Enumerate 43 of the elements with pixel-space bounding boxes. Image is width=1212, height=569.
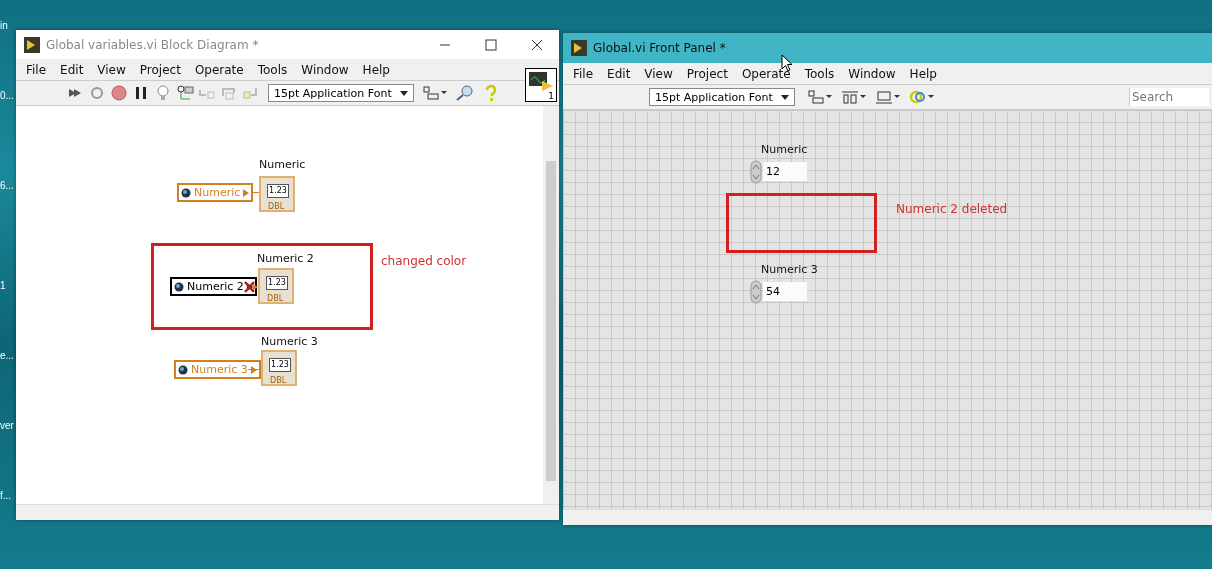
menu-item[interactable]: Tools bbox=[250, 62, 295, 77]
menu-item[interactable]: Operate bbox=[187, 62, 251, 77]
menu-item[interactable]: View bbox=[637, 66, 680, 81]
control-label: Numeric 3 bbox=[761, 263, 818, 276]
desktop-icon-label[interactable]: 0... bbox=[0, 90, 14, 101]
annotation-text: Numeric 2 deleted bbox=[896, 202, 1008, 216]
font-dropdown[interactable]: 15pt Application Font bbox=[649, 88, 795, 106]
desktop-icon-label[interactable]: in bbox=[0, 20, 8, 31]
desktop-icon-label[interactable]: e... bbox=[0, 350, 14, 361]
numeric-indicator-terminal[interactable]: 1.23 DBL bbox=[261, 350, 297, 386]
menu-item[interactable]: Help bbox=[902, 66, 944, 81]
font-dropdown[interactable]: 15pt Application Font bbox=[268, 84, 414, 102]
connector-number: 1 bbox=[548, 91, 554, 101]
desktop-icon-label[interactable]: 6... bbox=[0, 180, 14, 191]
desktop-icon-label[interactable]: ver bbox=[0, 420, 14, 431]
numeric-control[interactable]: 54 bbox=[763, 282, 807, 301]
menu-item[interactable]: Project bbox=[679, 66, 735, 81]
numeric-control[interactable]: 12 bbox=[763, 162, 807, 181]
global-variable-node[interactable]: Numeric 2 bbox=[170, 277, 257, 296]
menu-item[interactable]: Help bbox=[355, 62, 397, 77]
indicator-label: Numeric 2 bbox=[257, 252, 314, 265]
menu-item[interactable]: Edit bbox=[600, 66, 638, 81]
menu-item[interactable]: Operate bbox=[734, 66, 798, 81]
connector-pane[interactable]: 1 bbox=[525, 68, 557, 102]
numeric-indicator-terminal[interactable]: 1.23 DBL bbox=[259, 176, 295, 212]
menu-item[interactable]: Window bbox=[294, 62, 356, 77]
menu-item[interactable]: View bbox=[90, 62, 133, 77]
numeric-indicator-terminal[interactable]: 1.23 DBL bbox=[258, 268, 294, 304]
window-title: Global.vi Front Panel * bbox=[593, 41, 726, 55]
control-label: Numeric bbox=[761, 143, 808, 156]
indicator-label: Numeric bbox=[259, 158, 306, 171]
window-title: Global variables.vi Block Diagram * bbox=[46, 37, 259, 52]
menu-item[interactable]: Edit bbox=[53, 62, 91, 77]
annotation-text: changed color bbox=[381, 254, 467, 268]
menu-item[interactable]: Tools bbox=[797, 66, 842, 81]
menu-item[interactable]: File bbox=[19, 62, 54, 77]
menu-item[interactable]: File bbox=[566, 66, 601, 81]
desktop-icon-label[interactable]: 1 bbox=[0, 280, 6, 291]
search-field[interactable]: Search bbox=[1129, 88, 1209, 106]
desktop-icon-label[interactable]: f... bbox=[0, 490, 12, 501]
menu-item[interactable]: Window bbox=[841, 66, 903, 81]
indicator-label: Numeric 3 bbox=[261, 335, 318, 348]
menu-item[interactable]: Project bbox=[132, 62, 188, 77]
